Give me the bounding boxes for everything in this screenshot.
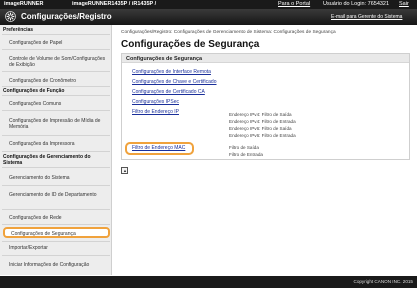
divider <box>2 241 110 242</box>
footer: Copyright CANON INC. 2015 <box>0 276 417 288</box>
sidebar-item-network[interactable]: Configurações de Rede <box>3 215 110 221</box>
sidebar: Preferências Configurações de Papel Cont… <box>0 25 112 275</box>
sidebar-item-timer[interactable]: Configurações de Cronômetro <box>3 78 110 84</box>
top-bar: imageRUNNER imageRUNNER1435P / iR1435P /… <box>0 0 417 9</box>
device-name: imageRUNNER1435P / iR1435P / <box>72 1 157 7</box>
sidebar-item-department-id[interactable]: Gerenciamento de ID de Departamento <box>3 192 110 198</box>
panel-header-label: Configurações de Segurança <box>126 56 203 62</box>
brand-label: imageRUNNER <box>4 1 44 7</box>
gear-icon <box>5 11 16 22</box>
sidebar-item-import-export[interactable]: Importar/Exportar <box>3 245 110 251</box>
divider <box>2 34 110 35</box>
link-key-certificate-settings[interactable]: Configurações de Chave e Certificado <box>132 79 217 85</box>
ip-filter-desc: Endereço IPv4: Filtro de Saída <box>229 112 292 117</box>
up-arrow-icon: ▲ <box>123 168 127 173</box>
sidebar-heading-system-management: Configurações de Gerenciamento do Sistem… <box>3 154 91 166</box>
sidebar-item-security[interactable]: Configurações de Segurança <box>3 227 110 238</box>
divider <box>2 185 110 186</box>
divider <box>2 224 110 225</box>
ip-filter-desc: Endereço IPv6: Filtro de Saída <box>229 126 292 131</box>
header-bar: Configurações/Registro E-mail para Geren… <box>0 9 417 25</box>
divider <box>2 86 110 87</box>
link-remote-ui-settings[interactable]: Configurações de Interface Remota <box>132 69 211 75</box>
mac-filter-desc: Filtro de Entrada <box>229 152 263 157</box>
sidebar-item-init-settings[interactable]: Iniciar Informações de Configuração <box>3 262 110 268</box>
sidebar-item-printer[interactable]: Configurações da Impressora <box>3 141 110 147</box>
link-ca-certificate-settings[interactable]: Configurações de Certificado CA <box>132 89 205 95</box>
sidebar-heading-preferences: Preferências <box>3 27 34 33</box>
divider <box>2 95 110 96</box>
ip-filter-desc: Endereço IPv4: Filtro de Entrada <box>229 119 296 124</box>
sidebar-item-system-management[interactable]: Gerenciamento do Sistema <box>3 175 110 181</box>
divider <box>2 49 110 50</box>
email-admin-link[interactable]: E-mail para Gerente do Sistema <box>331 14 402 20</box>
back-to-top-button[interactable]: ▲ <box>121 167 128 174</box>
sidebar-item-common[interactable]: Configurações Comuns <box>3 101 110 107</box>
divider <box>2 209 110 210</box>
copyright-label: Copyright CANON INC. 2015 <box>353 279 414 284</box>
divider <box>2 255 110 256</box>
sidebar-item-volume-display[interactable]: Controle de Volume de Som/Configurações … <box>3 56 110 68</box>
divider <box>2 135 110 136</box>
divider <box>2 110 110 111</box>
link-ipsec-settings[interactable]: Configurações IPSec <box>132 99 179 105</box>
panel-header: Configurações de Segurança <box>122 54 409 63</box>
logout-link[interactable]: Sair <box>399 1 409 7</box>
sidebar-item-paper[interactable]: Configurações de Papel <box>3 40 110 46</box>
divider <box>2 71 110 72</box>
divider <box>2 151 110 152</box>
link-mac-address-filter[interactable]: Filtro de Endereço MAC <box>132 145 185 151</box>
ip-filter-desc: Endereço IPv6: Filtro de Entrada <box>229 133 296 138</box>
divider <box>2 167 110 168</box>
portal-link[interactable]: Para o Portal <box>278 1 310 7</box>
page-title: Configurações de Segurança <box>121 39 260 50</box>
sidebar-heading-function: Configurações de Função <box>3 88 65 94</box>
link-ip-address-filter[interactable]: Filtro de Endereço IP <box>132 109 179 115</box>
login-user-label: Usuário do Login: 7654321 <box>323 1 390 7</box>
breadcrumb: Configurações/Registro: Configurações de… <box>121 30 336 35</box>
sidebar-item-memory-media-print[interactable]: Configurações de Impressão de Mídia de M… <box>3 118 110 130</box>
page-header-title: Configurações/Registro <box>21 12 112 21</box>
mac-filter-desc: Filtro de Saída <box>229 145 259 150</box>
